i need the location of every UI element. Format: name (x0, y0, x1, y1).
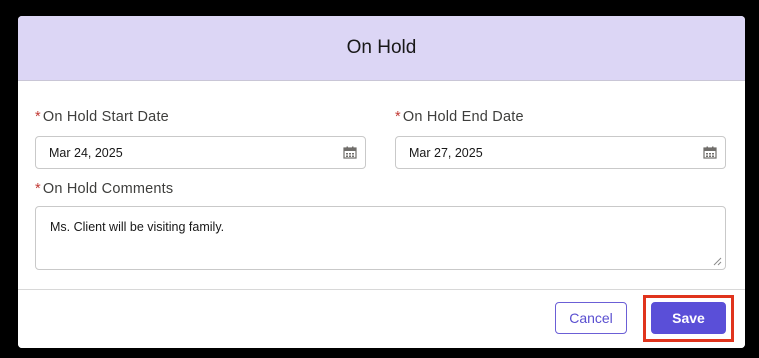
required-marker: * (35, 109, 41, 125)
resize-handle-icon[interactable] (713, 257, 722, 266)
modal-title: On Hold (346, 37, 417, 58)
calendar-icon[interactable] (343, 146, 357, 159)
start-date-input[interactable]: Mar 24, 2025 (35, 136, 366, 169)
start-date-label-text: On Hold Start Date (42, 109, 169, 125)
comments-value: Ms. Client will be visiting family. (50, 220, 225, 234)
start-date-label: * On Hold Start Date (35, 109, 169, 125)
required-marker: * (35, 181, 41, 197)
modal-header: On Hold (18, 16, 745, 81)
required-marker: * (395, 109, 401, 125)
end-date-label: * On Hold End Date (395, 109, 524, 125)
end-date-input[interactable]: Mar 27, 2025 (395, 136, 726, 169)
on-hold-modal: On Hold * On Hold Start Date Mar 24, 2025 (18, 16, 745, 348)
comments-textarea[interactable]: Ms. Client will be visiting family. (35, 206, 726, 270)
calendar-icon[interactable] (703, 146, 717, 159)
cancel-button[interactable]: Cancel (555, 302, 627, 334)
modal-footer: Cancel Save (18, 289, 745, 348)
comments-label: * On Hold Comments (35, 181, 173, 197)
end-date-value: Mar 27, 2025 (409, 145, 483, 160)
save-button[interactable]: Save (651, 302, 726, 334)
start-date-value: Mar 24, 2025 (49, 145, 123, 160)
comments-label-text: On Hold Comments (42, 181, 174, 197)
end-date-label-text: On Hold End Date (402, 109, 524, 125)
